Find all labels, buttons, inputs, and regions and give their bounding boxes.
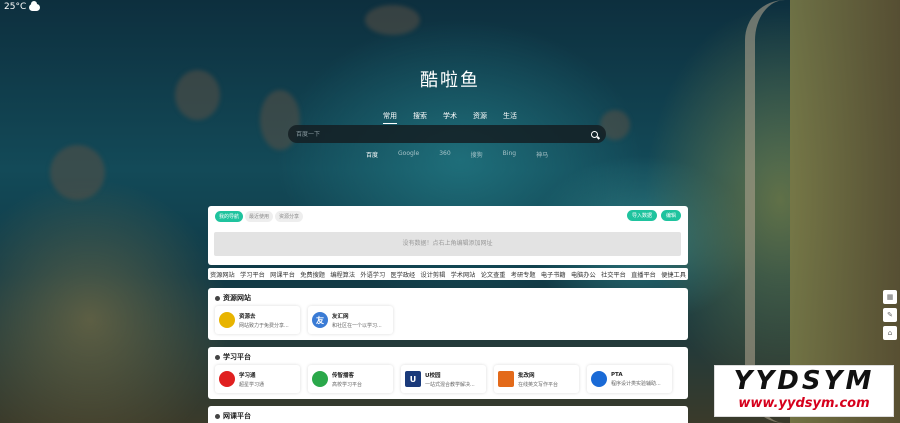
section-title: 网课平台 xyxy=(223,412,251,420)
section-header: 资源网站 xyxy=(215,293,251,303)
watermark-big-text: YYDSYM xyxy=(733,366,875,396)
section-online-courses: 网课平台 xyxy=(208,406,688,423)
search-input[interactable] xyxy=(296,130,591,138)
site-logo-icon xyxy=(498,371,514,387)
site-card-title: 批改网 xyxy=(518,372,535,379)
engine-option[interactable]: 百度 xyxy=(366,150,378,159)
background-land xyxy=(790,0,900,423)
section-nav-item[interactable]: 学习平台 xyxy=(240,270,265,279)
background-rock xyxy=(365,5,420,35)
section-header: 网课平台 xyxy=(215,411,251,421)
section-nav: 资源网站 学习平台 网课平台 免费搜题 编程算法 外语学习 医学政经 设计剪辑 … xyxy=(208,268,688,280)
grid-icon[interactable]: ▦ xyxy=(883,290,897,304)
card-list: 资源去 网站致力于免费分享... 友 友汇网 和社区在一个以学习... xyxy=(215,306,393,334)
section-icon xyxy=(215,413,220,419)
engine-option[interactable]: Bing xyxy=(503,150,516,159)
empty-state: 没有数据！点右上角编辑添加网址 xyxy=(214,232,681,256)
section-nav-item[interactable]: 电脑办公 xyxy=(571,270,596,279)
tab-category[interactable]: 搜索 xyxy=(413,111,427,124)
section-nav-item[interactable]: 学术网站 xyxy=(451,270,476,279)
home-icon[interactable]: ⌂ xyxy=(883,326,897,340)
section-nav-item[interactable]: 论文查重 xyxy=(481,270,506,279)
site-title: 酷啦鱼 xyxy=(420,70,480,91)
pen-icon[interactable]: ✎ xyxy=(883,308,897,322)
tab-share[interactable]: 资源分享 xyxy=(275,211,304,222)
section-nav-item[interactable]: 医学政经 xyxy=(390,270,415,279)
cloud-icon xyxy=(29,0,41,11)
section-learning-platforms: 学习平台 学习通 超星学习通 传智播客 高校学习平台 U U校园 一站式混合教学… xyxy=(208,347,688,399)
section-nav-item[interactable]: 便捷工具 xyxy=(661,270,686,279)
site-logo-icon: 友 xyxy=(312,312,328,328)
site-logo-icon xyxy=(219,371,235,387)
site-card-desc: 网站致力于免费分享... xyxy=(239,322,289,329)
site-card[interactable]: 友 友汇网 和社区在一个以学习... xyxy=(308,306,393,334)
tab-category[interactable]: 学术 xyxy=(443,111,457,124)
section-nav-item[interactable]: 电子书籍 xyxy=(541,270,566,279)
section-nav-item[interactable]: 网课平台 xyxy=(270,270,295,279)
section-nav-item[interactable]: 社交平台 xyxy=(601,270,626,279)
section-nav-item[interactable]: 免费搜题 xyxy=(300,270,325,279)
section-title: 学习平台 xyxy=(223,353,251,361)
site-card-title: 传智播客 xyxy=(332,372,355,379)
site-card[interactable]: 批改网 在线英文写作平台 xyxy=(494,365,579,393)
tab-my-navigation[interactable]: 我的导航 xyxy=(215,211,244,222)
section-icon xyxy=(215,354,220,360)
site-card[interactable]: 资源去 网站致力于免费分享... xyxy=(215,306,300,334)
tab-category[interactable]: 常用 xyxy=(383,111,397,124)
section-nav-item[interactable]: 编程算法 xyxy=(330,270,355,279)
engine-option[interactable]: 360 xyxy=(439,150,450,159)
site-card-desc: 超星学习通 xyxy=(239,381,265,388)
tab-category[interactable]: 生活 xyxy=(503,111,517,124)
tab-recent[interactable]: 最近使用 xyxy=(245,211,274,222)
side-toolbar: ▦ ✎ ⌂ xyxy=(883,290,897,340)
weather-widget[interactable]: 25°C xyxy=(4,0,41,12)
search-bar xyxy=(288,125,606,143)
panel-tabs: 我的导航 最近使用 资源分享 xyxy=(215,211,304,222)
site-card-desc: 程序设计类实验辅助... xyxy=(611,380,661,387)
site-card-title: 资源去 xyxy=(239,313,256,320)
site-logo-icon: U xyxy=(405,371,421,387)
section-nav-item[interactable]: 设计剪辑 xyxy=(421,270,446,279)
site-card-desc: 一站式混合教学解决... xyxy=(425,381,475,388)
tab-category[interactable]: 资源 xyxy=(473,111,487,124)
site-card[interactable]: 传智播客 高校学习平台 xyxy=(308,365,393,393)
site-logo-icon xyxy=(219,312,235,328)
site-card-desc: 高校学习平台 xyxy=(332,381,363,388)
panel-actions: 导入数据 编辑 xyxy=(626,210,681,221)
watermark-logo: YYDSYM www.yydsym.com xyxy=(714,365,894,417)
background-coast xyxy=(745,0,805,423)
site-logo-icon xyxy=(312,371,328,387)
site-card[interactable]: U U校园 一站式混合教学解决... xyxy=(401,365,486,393)
site-card-title: 友汇网 xyxy=(332,313,349,320)
temperature-text: 25°C xyxy=(4,2,27,12)
site-card-title: PTA xyxy=(611,371,623,378)
category-tabs: 常用 搜索 学术 资源 生活 xyxy=(0,111,900,124)
background-rock xyxy=(50,145,105,200)
import-data-button[interactable]: 导入数据 xyxy=(626,210,657,221)
site-card-desc: 和社区在一个以学习... xyxy=(332,322,382,329)
engine-option[interactable]: Google xyxy=(398,150,419,159)
section-header: 学习平台 xyxy=(215,352,251,362)
section-nav-item[interactable]: 外语学习 xyxy=(360,270,385,279)
site-card-desc: 在线英文写作平台 xyxy=(518,381,559,388)
engine-option[interactable]: 神马 xyxy=(536,150,548,159)
section-title: 资源网站 xyxy=(223,294,251,302)
section-icon xyxy=(215,295,220,301)
my-navigation-panel: 我的导航 最近使用 资源分享 导入数据 编辑 没有数据！点右上角编辑添加网址 xyxy=(208,206,688,265)
search-engine-list: 百度 Google 360 搜狗 Bing 神马 xyxy=(366,150,548,159)
search-icon[interactable] xyxy=(591,130,598,138)
site-logo-icon xyxy=(591,371,607,387)
section-resource-sites: 资源网站 资源去 网站致力于免费分享... 友 友汇网 和社区在一个以学习... xyxy=(208,288,688,340)
site-card[interactable]: PTA 程序设计类实验辅助... xyxy=(587,365,672,393)
section-nav-item[interactable]: 直播平台 xyxy=(631,270,656,279)
site-card[interactable]: 学习通 超星学习通 xyxy=(215,365,300,393)
site-card-title: U校园 xyxy=(425,372,441,379)
section-nav-item[interactable]: 资源网站 xyxy=(210,270,235,279)
section-nav-item[interactable]: 考研专题 xyxy=(511,270,536,279)
card-list: 学习通 超星学习通 传智播客 高校学习平台 U U校园 一站式混合教学解决...… xyxy=(215,365,672,393)
watermark-url-text: www.yydsym.com xyxy=(738,396,870,411)
site-card-title: 学习通 xyxy=(239,372,256,379)
edit-button[interactable]: 编辑 xyxy=(660,210,681,221)
engine-option[interactable]: 搜狗 xyxy=(471,150,483,159)
